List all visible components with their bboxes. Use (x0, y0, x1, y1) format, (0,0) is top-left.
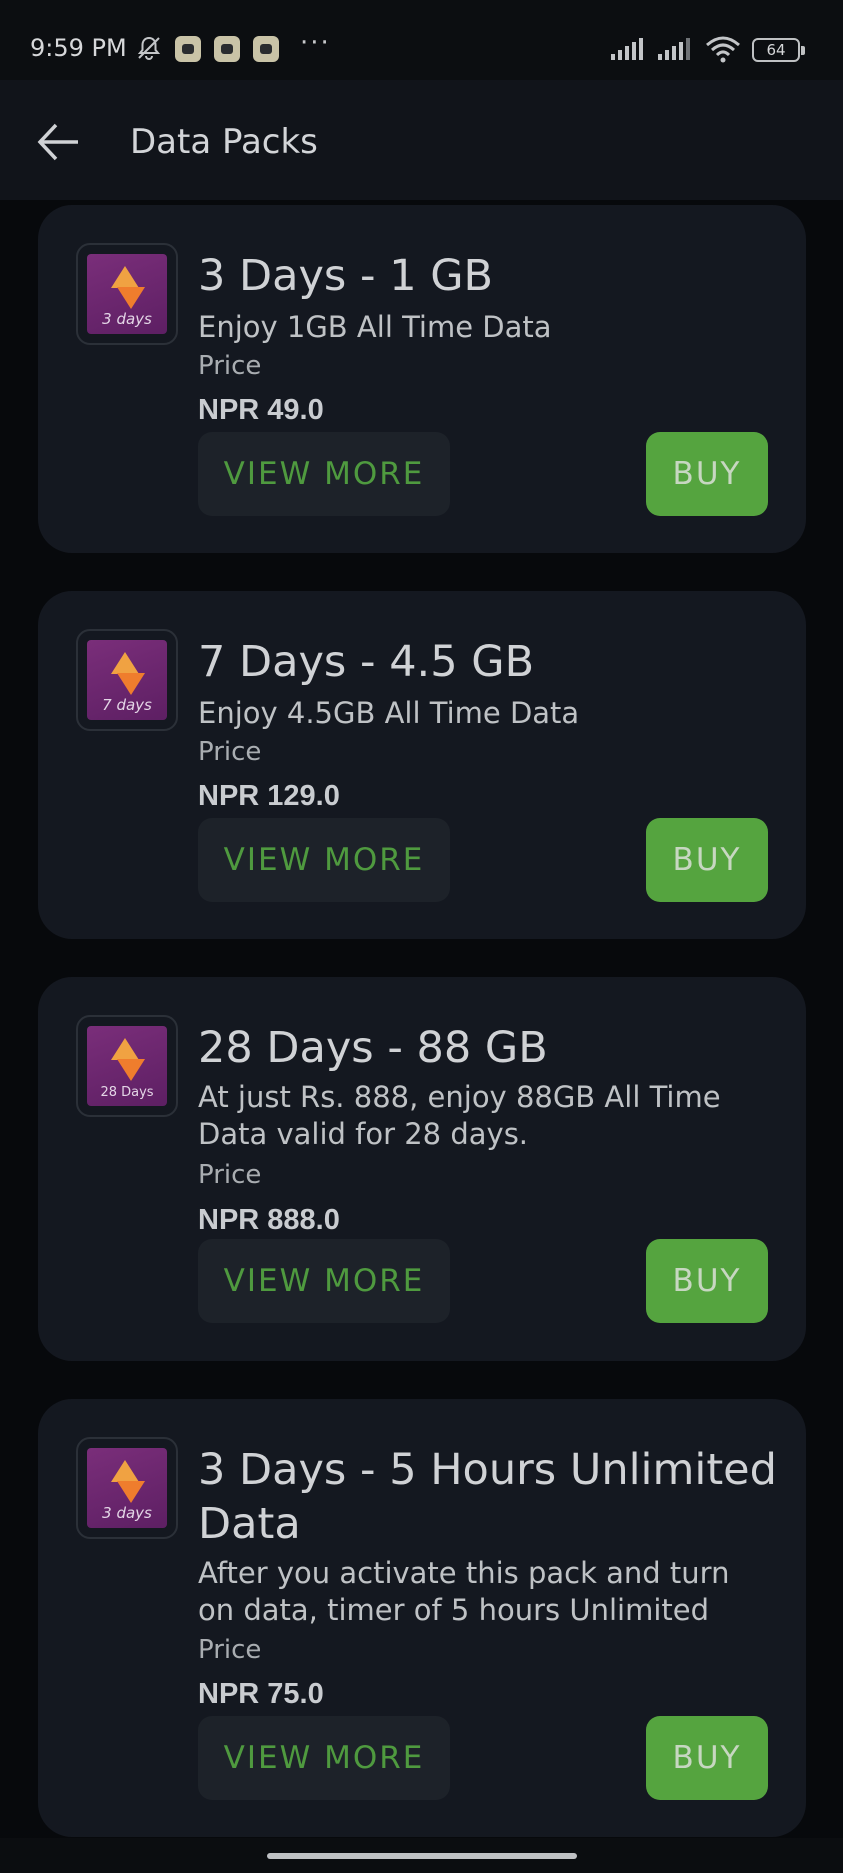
pack-thumbnail: 3 days (76, 1437, 178, 1539)
pack-description: Enjoy 4.5GB All Time Data (198, 696, 580, 730)
arrow-down-icon (117, 1481, 145, 1503)
pack-description-line-1: At just Rs. 888, enjoy 88GB All Time (198, 1080, 721, 1114)
pack-description-line-2: on data, timer of 5 hours Unlimited (198, 1593, 709, 1627)
thumbnail-label: 28 Days (100, 1085, 154, 1100)
buy-button[interactable]: BUY (646, 432, 768, 516)
thumbnail-label: 7 days (102, 696, 152, 714)
arrow-up-icon (111, 1038, 139, 1060)
data-pack-card: 3 days 3 Days - 1 GB Enjoy 1GB All Time … (38, 205, 806, 553)
thumbnail-label: 3 days (102, 1504, 152, 1522)
price-label: Price (198, 1160, 262, 1190)
pack-title: 3 Days - 1 GB (198, 251, 494, 301)
buy-button[interactable]: BUY (646, 1239, 768, 1323)
back-arrow-icon[interactable] (34, 120, 82, 164)
wifi-icon (706, 36, 740, 63)
pack-title: 28 Days - 88 GB (198, 1023, 548, 1073)
price-label: Price (198, 737, 262, 767)
data-pack-card: 3 days 3 Days - 5 Hours Unlimited Data A… (38, 1399, 806, 1837)
pack-thumbnail: 7 days (76, 629, 178, 731)
arrow-up-icon (111, 1460, 139, 1482)
view-more-button[interactable]: VIEW MORE (198, 1716, 450, 1800)
battery-icon: 64 (752, 38, 805, 62)
price-label: Price (198, 1635, 262, 1665)
pack-description: Enjoy 1GB All Time Data (198, 310, 552, 344)
pack-thumbnail: 28 Days (76, 1015, 178, 1117)
pack-price: NPR 49.0 (198, 394, 324, 426)
page-title: Data Packs (130, 122, 318, 162)
thumbnail-label: 3 days (102, 310, 152, 328)
data-pack-card: 7 days 7 Days - 4.5 GB Enjoy 4.5GB All T… (38, 591, 806, 939)
pack-thumbnail: 3 days (76, 243, 178, 345)
signal-icon-2 (658, 38, 690, 60)
youtube-icon (214, 36, 240, 62)
pack-description-line-1: After you activate this pack and turn (198, 1556, 730, 1590)
status-bar: 9:59 PM ··· 64 (0, 0, 843, 80)
buy-button[interactable]: BUY (646, 1716, 768, 1800)
google-icon (253, 36, 279, 62)
buy-button[interactable]: BUY (646, 818, 768, 902)
pack-price: NPR 888.0 (198, 1204, 340, 1236)
view-more-button[interactable]: VIEW MORE (198, 818, 450, 902)
arrow-down-icon (117, 673, 145, 695)
pack-title: 7 Days - 4.5 GB (198, 637, 535, 687)
view-more-button[interactable]: VIEW MORE (198, 432, 450, 516)
signal-icon (611, 38, 643, 60)
more-notifications-icon: ··· (300, 28, 331, 58)
arrow-up-icon (111, 266, 139, 288)
pack-price: NPR 129.0 (198, 780, 340, 812)
arrow-down-icon (117, 1059, 145, 1081)
pack-title-line-1: 3 Days - 5 Hours Unlimited (198, 1445, 777, 1495)
pack-price: NPR 75.0 (198, 1678, 324, 1710)
data-pack-card: 28 Days 28 Days - 88 GB At just Rs. 888,… (38, 977, 806, 1361)
pack-title-line-2: Data (198, 1499, 301, 1549)
bell-off-icon (137, 36, 161, 60)
arrow-down-icon (117, 287, 145, 309)
app-bar: Data Packs (0, 80, 843, 200)
price-label: Price (198, 351, 262, 381)
pack-description-line-2: Data valid for 28 days. (198, 1117, 529, 1151)
status-time: 9:59 PM (30, 34, 127, 62)
home-indicator[interactable] (267, 1853, 577, 1859)
notification-app-icon (175, 36, 201, 62)
arrow-up-icon (111, 652, 139, 674)
view-more-button[interactable]: VIEW MORE (198, 1239, 450, 1323)
